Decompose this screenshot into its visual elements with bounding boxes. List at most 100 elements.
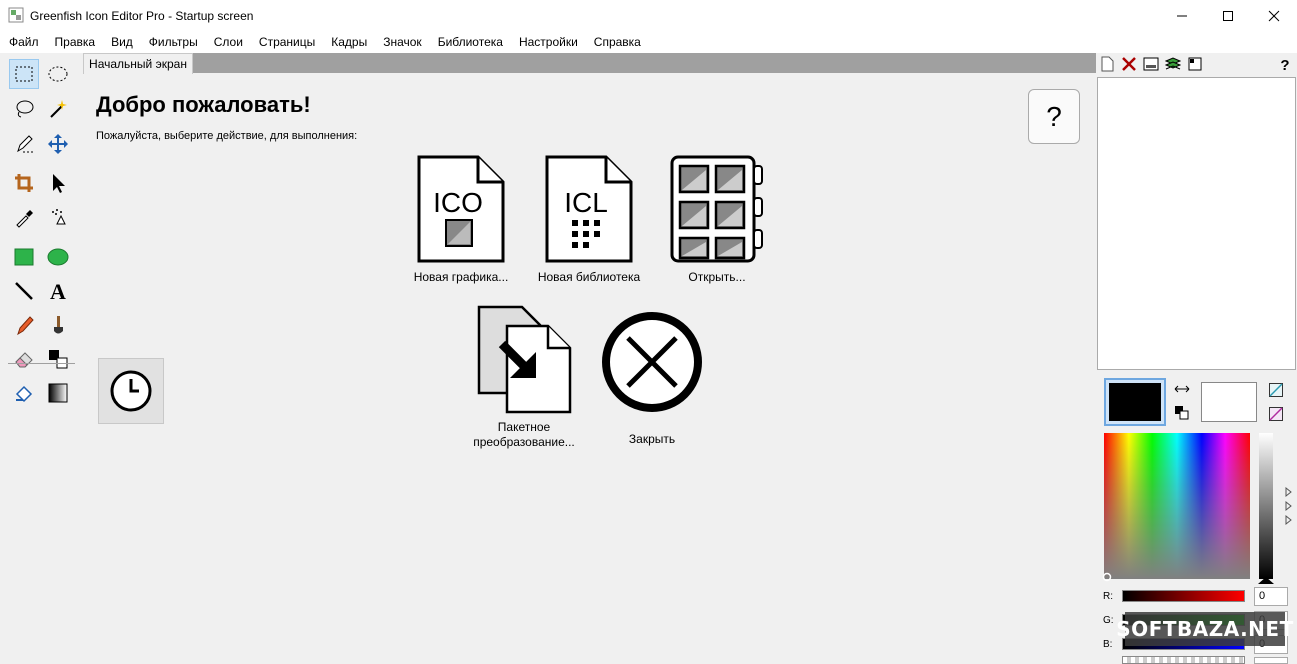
pencil-tool[interactable] [9,310,39,340]
menu-edit[interactable]: Правка [47,32,104,52]
reset-colors-button[interactable] [1175,406,1189,423]
color-spectrum[interactable] [1104,433,1250,579]
menu-frames[interactable]: Кадры [323,32,375,52]
open-label: Открыть... [688,270,746,284]
crop-tool[interactable] [9,168,39,198]
rect-select-tool[interactable] [9,59,39,89]
bucket-tool[interactable] [9,378,39,408]
triangle-right-icon [1285,486,1292,526]
ellipse-select-icon [48,66,68,82]
delete-layer-button[interactable] [1118,53,1140,75]
red-value-input[interactable]: 0 [1254,587,1288,606]
line-tool[interactable] [9,276,39,306]
layer-properties-button[interactable] [1140,53,1162,75]
magic-wand-tool[interactable] [43,94,73,124]
new-library-button[interactable]: ICL Новая библиотека [528,154,650,285]
gradient-tool[interactable] [43,378,73,408]
slider-marker-icon [1258,577,1274,584]
spectrum-cursor[interactable] [1102,571,1112,585]
open-button[interactable]: Открыть... [656,154,778,285]
red-label: R: [1103,591,1113,602]
menu-help[interactable]: Справка [586,32,649,52]
alpha-value-input[interactable] [1254,657,1288,664]
ico-label: ICO [433,187,483,218]
swap-colors-button[interactable] [1174,383,1190,398]
eyedropper-tool[interactable] [9,202,39,232]
merge-layers-button[interactable] [1162,53,1184,75]
move-tool[interactable] [43,129,73,159]
alpha-slider[interactable] [1122,656,1245,664]
document-tab-strip [83,53,1096,73]
gradient-icon [48,383,68,403]
pointer-icon [53,174,65,193]
new-library-label: Новая библиотека [537,270,641,284]
batch-convert-icon [477,305,572,414]
blue-label: B: [1103,639,1113,650]
rectangle-icon [14,248,34,266]
eyedropper-icon [16,210,33,228]
lasso-tool[interactable] [9,94,39,124]
recent-files-button[interactable] [98,358,164,424]
layers-toolbar: ? [1096,53,1297,75]
menu-settings[interactable]: Настройки [511,32,586,52]
close-window-button[interactable] [1251,0,1297,31]
app-icon [8,7,24,23]
red-slider[interactable] [1122,590,1245,602]
layers-list[interactable] [1097,77,1296,370]
batch-convert-label-2: преобразование... [473,435,575,449]
menu-icon[interactable]: Значок [375,32,429,52]
inverted-color-button[interactable] [1269,407,1283,424]
text-tool[interactable]: A [43,276,73,306]
panel-help-button[interactable]: ? [1274,53,1296,75]
pen-select-tool[interactable] [9,129,39,159]
picker-ring-icon [1102,572,1112,582]
menu-bar: Файл Правка Вид Фильтры Слои Страницы Ка… [0,31,1297,53]
tab-start-screen[interactable]: Начальный экран [83,53,193,74]
eraser-tool[interactable] [9,344,39,374]
menu-pages[interactable]: Страницы [251,32,323,52]
line-icon [15,282,33,300]
new-layer-button[interactable] [1096,53,1118,75]
fill-color-tool[interactable] [43,344,73,374]
menu-file[interactable]: Файл [0,32,47,52]
luminance-slider[interactable] [1259,433,1273,579]
window-title: Greenfish Icon Editor Pro - Startup scre… [30,9,254,23]
maximize-button[interactable] [1205,0,1251,31]
welcome-title: Добро пожаловать! [96,92,311,117]
secondary-color-swatch[interactable] [1201,382,1257,422]
menu-library[interactable]: Библиотека [430,32,511,52]
layer-mask-button[interactable] [1184,53,1206,75]
new-graphic-button[interactable]: ICO Новая графика... [400,154,522,285]
move-icon [48,134,68,154]
minimize-button[interactable] [1159,0,1205,31]
brush-tool[interactable] [43,310,73,340]
window-icon [1143,57,1159,71]
new-ico-file-icon: ICO [417,155,505,263]
spray-tool[interactable] [43,202,73,232]
close-startup-button[interactable]: Закрыть [596,310,708,447]
watermark: SOFTBAZA.NET [1116,612,1293,646]
ellipse-select-tool[interactable] [43,59,73,89]
clock-icon [110,370,152,412]
default-colors-icon [1175,406,1189,420]
magic-wand-icon [50,100,67,118]
question-icon: ? [1280,57,1289,72]
rectangle-tool[interactable] [9,242,39,272]
paint-bucket-icon [15,385,33,403]
menu-filters[interactable]: Фильтры [141,32,206,52]
menu-layers[interactable]: Слои [206,32,251,52]
brush-icon [54,316,63,334]
icl-label: ICL [564,187,608,218]
luminance-marker[interactable] [1257,574,1275,588]
delete-icon [1122,57,1136,71]
toolbar-separator [8,363,75,364]
close-circle-icon [602,312,702,412]
menu-view[interactable]: Вид [103,32,141,52]
primary-color-swatch[interactable] [1104,378,1166,426]
help-button[interactable]: ? [1028,89,1080,144]
batch-convert-button[interactable]: Пакетное преобразование... [460,304,588,450]
transparent-color-button[interactable] [1269,383,1283,400]
ellipse-tool[interactable] [43,242,73,272]
pointer-tool[interactable] [43,168,73,198]
layers-icon [1165,57,1181,70]
